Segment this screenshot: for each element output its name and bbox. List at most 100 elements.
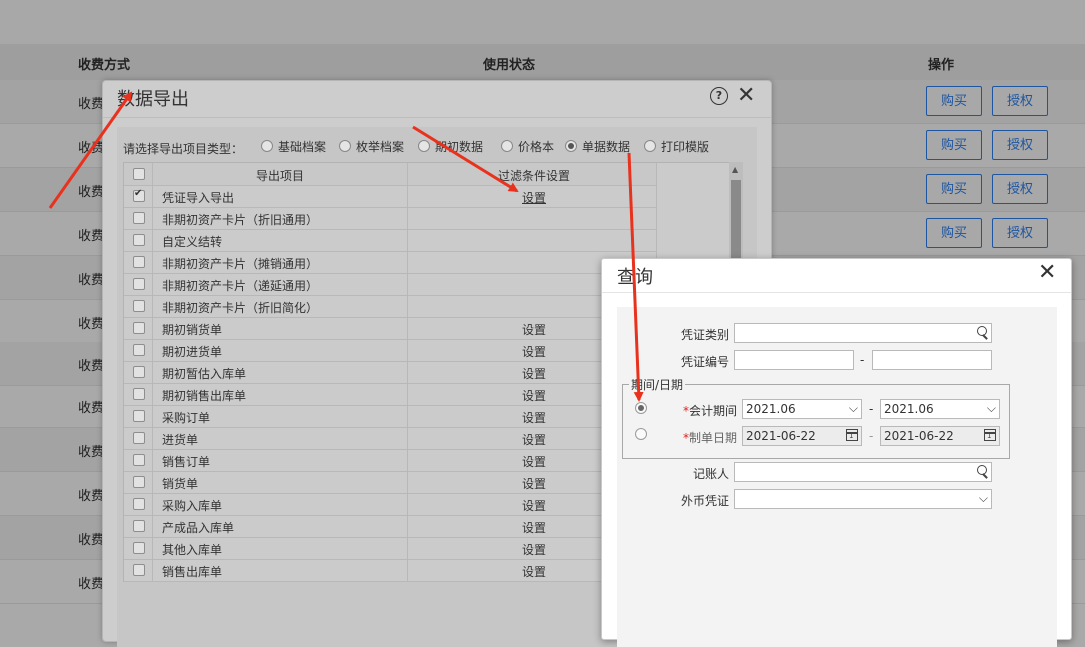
voucher-no-label: 凭证编号 bbox=[680, 355, 729, 369]
period-to-select[interactable]: 2021.06 ⌵ bbox=[880, 399, 1000, 419]
radio-icon[interactable] bbox=[644, 140, 656, 152]
foreign-currency-select[interactable]: ⌵ bbox=[734, 489, 992, 509]
type-option[interactable]: 价格本 bbox=[501, 138, 554, 154]
row-checkbox[interactable] bbox=[133, 432, 145, 444]
buy-button[interactable]: 购买 bbox=[926, 218, 982, 248]
period-from-select[interactable]: 2021.06 ⌵ bbox=[742, 399, 862, 419]
row-checkbox[interactable] bbox=[133, 388, 145, 400]
buy-button[interactable]: 购买 bbox=[926, 86, 982, 116]
table-row[interactable]: 期初暂估入库单 设置 bbox=[124, 361, 656, 384]
bookkeeper-input[interactable] bbox=[734, 462, 992, 482]
filter-setting-link[interactable]: 设置 bbox=[522, 497, 546, 514]
voucher-no-to-input[interactable] bbox=[872, 350, 992, 370]
voucher-no-from-input[interactable] bbox=[734, 350, 854, 370]
table-row[interactable]: 期初销售出库单 设置 bbox=[124, 383, 656, 406]
row-checkbox[interactable] bbox=[133, 366, 145, 378]
row-checkbox[interactable] bbox=[133, 454, 145, 466]
table-row[interactable]: 产成品入库单 设置 bbox=[124, 515, 656, 538]
row-checkbox[interactable] bbox=[133, 564, 145, 576]
date-from-input[interactable]: 2021-06-22 bbox=[742, 426, 862, 446]
row-checkbox[interactable] bbox=[133, 234, 145, 246]
filter-setting-link[interactable]: 设置 bbox=[522, 453, 546, 470]
table-row[interactable]: 其他入库单 设置 bbox=[124, 537, 656, 560]
table-row[interactable]: 非期初资产卡片（折旧简化） bbox=[124, 295, 656, 318]
calendar-icon[interactable] bbox=[984, 429, 996, 441]
help-icon[interactable]: ? bbox=[710, 87, 728, 105]
radio-icon[interactable] bbox=[339, 140, 351, 152]
pay-method-cell: 收费 bbox=[78, 97, 105, 112]
filter-setting-link[interactable]: 设置 bbox=[522, 387, 546, 404]
buy-button[interactable]: 购买 bbox=[926, 130, 982, 160]
filter-setting-link[interactable]: 设置 bbox=[522, 475, 546, 492]
table-row[interactable]: 销售订单 设置 bbox=[124, 449, 656, 472]
table-row[interactable]: 销货单 设置 bbox=[124, 471, 656, 494]
table-row[interactable]: 期初销货单 设置 bbox=[124, 317, 656, 340]
table-row[interactable]: 采购订单 设置 bbox=[124, 405, 656, 428]
type-option[interactable]: 期初数据 bbox=[418, 138, 483, 154]
row-checkbox[interactable] bbox=[133, 212, 145, 224]
table-row[interactable]: 进货单 设置 bbox=[124, 427, 656, 450]
date-to-input[interactable]: 2021-06-22 bbox=[880, 426, 1000, 446]
type-option[interactable]: 基础档案 bbox=[261, 138, 326, 154]
radio-icon[interactable] bbox=[418, 140, 430, 152]
type-option[interactable]: 枚举档案 bbox=[339, 138, 404, 154]
row-checkbox[interactable] bbox=[133, 542, 145, 554]
table-row[interactable]: 非期初资产卡片（递延通用） bbox=[124, 273, 656, 296]
search-icon[interactable] bbox=[977, 326, 987, 336]
type-option[interactable]: 单据数据 bbox=[565, 138, 630, 154]
table-row[interactable]: 非期初资产卡片（摊销通用） bbox=[124, 251, 656, 274]
period-from-value: 2021.06 bbox=[746, 402, 796, 416]
row-checkbox[interactable] bbox=[133, 188, 145, 202]
column-divider bbox=[407, 163, 408, 581]
authorize-button[interactable]: 授权 bbox=[992, 174, 1048, 204]
accounting-period-radio[interactable] bbox=[635, 402, 647, 414]
row-checkbox[interactable] bbox=[133, 344, 145, 356]
radio-icon[interactable] bbox=[501, 140, 513, 152]
type-option[interactable]: 打印模版 bbox=[644, 138, 709, 154]
radio-icon[interactable] bbox=[261, 140, 273, 152]
buy-button[interactable]: 购买 bbox=[926, 174, 982, 204]
authorize-button[interactable]: 授权 bbox=[992, 218, 1048, 248]
type-label: 请选择导出项目类型： bbox=[123, 142, 244, 156]
voucher-type-input[interactable] bbox=[734, 323, 992, 343]
close-icon[interactable]: ✕ bbox=[1038, 262, 1056, 284]
select-all-checkbox[interactable] bbox=[133, 168, 145, 180]
row-checkbox[interactable] bbox=[133, 476, 145, 488]
row-checkbox[interactable] bbox=[133, 520, 145, 532]
table-row[interactable]: 非期初资产卡片（折旧通用） bbox=[124, 207, 656, 230]
table-row[interactable]: 销售出库单 设置 bbox=[124, 559, 656, 582]
scroll-up-arrow-icon[interactable]: ▲ bbox=[732, 165, 738, 174]
export-item-name: 非期初资产卡片（递延通用） bbox=[162, 279, 319, 293]
table-row[interactable]: 采购入库单 设置 bbox=[124, 493, 656, 516]
export-item-name: 凭证导入导出 bbox=[162, 191, 235, 205]
filter-setting-link[interactable]: 设置 bbox=[522, 189, 546, 206]
table-row[interactable]: 自定义结转 bbox=[124, 229, 656, 252]
voucher-date-radio[interactable] bbox=[635, 428, 647, 440]
row-checkbox[interactable] bbox=[133, 300, 145, 312]
row-checkbox[interactable] bbox=[133, 322, 145, 334]
filter-setting-link[interactable]: 设置 bbox=[522, 409, 546, 426]
table-row[interactable]: 凭证导入导出 设置 bbox=[124, 185, 656, 208]
radio-icon[interactable] bbox=[565, 140, 577, 152]
filter-setting-link[interactable]: 设置 bbox=[522, 321, 546, 338]
scroll-thumb[interactable] bbox=[731, 180, 741, 260]
filter-setting-link[interactable]: 设置 bbox=[522, 365, 546, 382]
row-checkbox[interactable] bbox=[133, 410, 145, 422]
row-checkbox[interactable] bbox=[133, 278, 145, 290]
type-option-label: 期初数据 bbox=[435, 140, 484, 154]
filter-setting-link[interactable]: 设置 bbox=[522, 431, 546, 448]
table-row[interactable]: 期初进货单 设置 bbox=[124, 339, 656, 362]
page-top-bar bbox=[0, 0, 1085, 44]
filter-setting-link[interactable]: 设置 bbox=[522, 519, 546, 536]
filter-setting-link[interactable]: 设置 bbox=[522, 563, 546, 580]
authorize-button[interactable]: 授权 bbox=[992, 130, 1048, 160]
close-icon[interactable]: ✕ bbox=[737, 85, 755, 107]
search-icon[interactable] bbox=[977, 465, 987, 475]
authorize-button[interactable]: 授权 bbox=[992, 86, 1048, 116]
date-from-value: 2021-06-22 bbox=[746, 429, 816, 443]
row-checkbox[interactable] bbox=[133, 498, 145, 510]
filter-setting-link[interactable]: 设置 bbox=[522, 541, 546, 558]
calendar-icon[interactable] bbox=[846, 429, 858, 441]
row-checkbox[interactable] bbox=[133, 256, 145, 268]
filter-setting-link[interactable]: 设置 bbox=[522, 343, 546, 360]
